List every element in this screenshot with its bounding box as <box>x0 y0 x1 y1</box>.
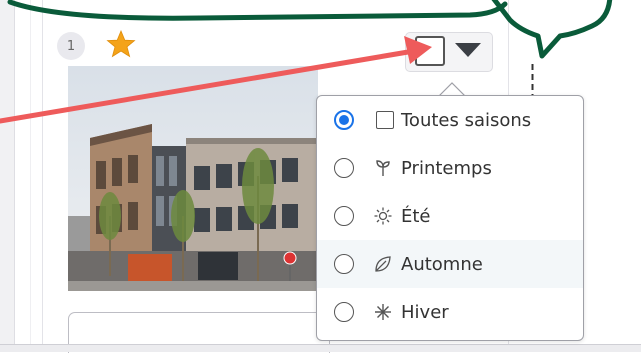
building-photo <box>68 66 318 291</box>
sun-icon <box>373 206 393 226</box>
bottom-panel <box>0 344 641 352</box>
menu-item-label: Toutes saisons <box>401 109 532 131</box>
left-panel-edge <box>0 0 14 352</box>
menu-item-hiver[interactable]: Hiver <box>317 288 583 336</box>
caret-down-icon[interactable] <box>452 40 484 60</box>
menu-item-label: Automne <box>401 253 483 275</box>
leaf-icon <box>373 254 393 274</box>
left-panel-divider <box>14 0 15 352</box>
card-shadow <box>30 0 31 352</box>
star-icon[interactable] <box>106 30 136 58</box>
snowflake-icon <box>373 302 393 322</box>
season-dropdown-menu: Toutes saisons Printemps Été Automne Hiv… <box>316 95 584 341</box>
bottom-divider <box>0 344 641 345</box>
radio[interactable] <box>334 254 354 274</box>
radio[interactable] <box>334 302 354 322</box>
menu-item-toutes-saisons[interactable]: Toutes saisons <box>317 96 583 144</box>
rank-badge: 1 <box>57 32 85 60</box>
radio-selected[interactable] <box>334 110 354 130</box>
rank-number: 1 <box>66 38 76 54</box>
menu-item-printemps[interactable]: Printemps <box>317 144 583 192</box>
square-outline-icon <box>376 111 394 129</box>
dashed-connector-line <box>531 64 534 98</box>
menu-item-label: Printemps <box>401 157 492 179</box>
sprout-icon <box>373 158 393 178</box>
menu-item-label: Hiver <box>401 301 449 323</box>
menu-item-automne[interactable]: Automne <box>317 240 583 288</box>
season-checkbox[interactable] <box>415 36 445 66</box>
radio[interactable] <box>334 158 354 178</box>
menu-item-label: Été <box>401 205 431 227</box>
menu-item-ete[interactable]: Été <box>317 192 583 240</box>
radio[interactable] <box>334 206 354 226</box>
